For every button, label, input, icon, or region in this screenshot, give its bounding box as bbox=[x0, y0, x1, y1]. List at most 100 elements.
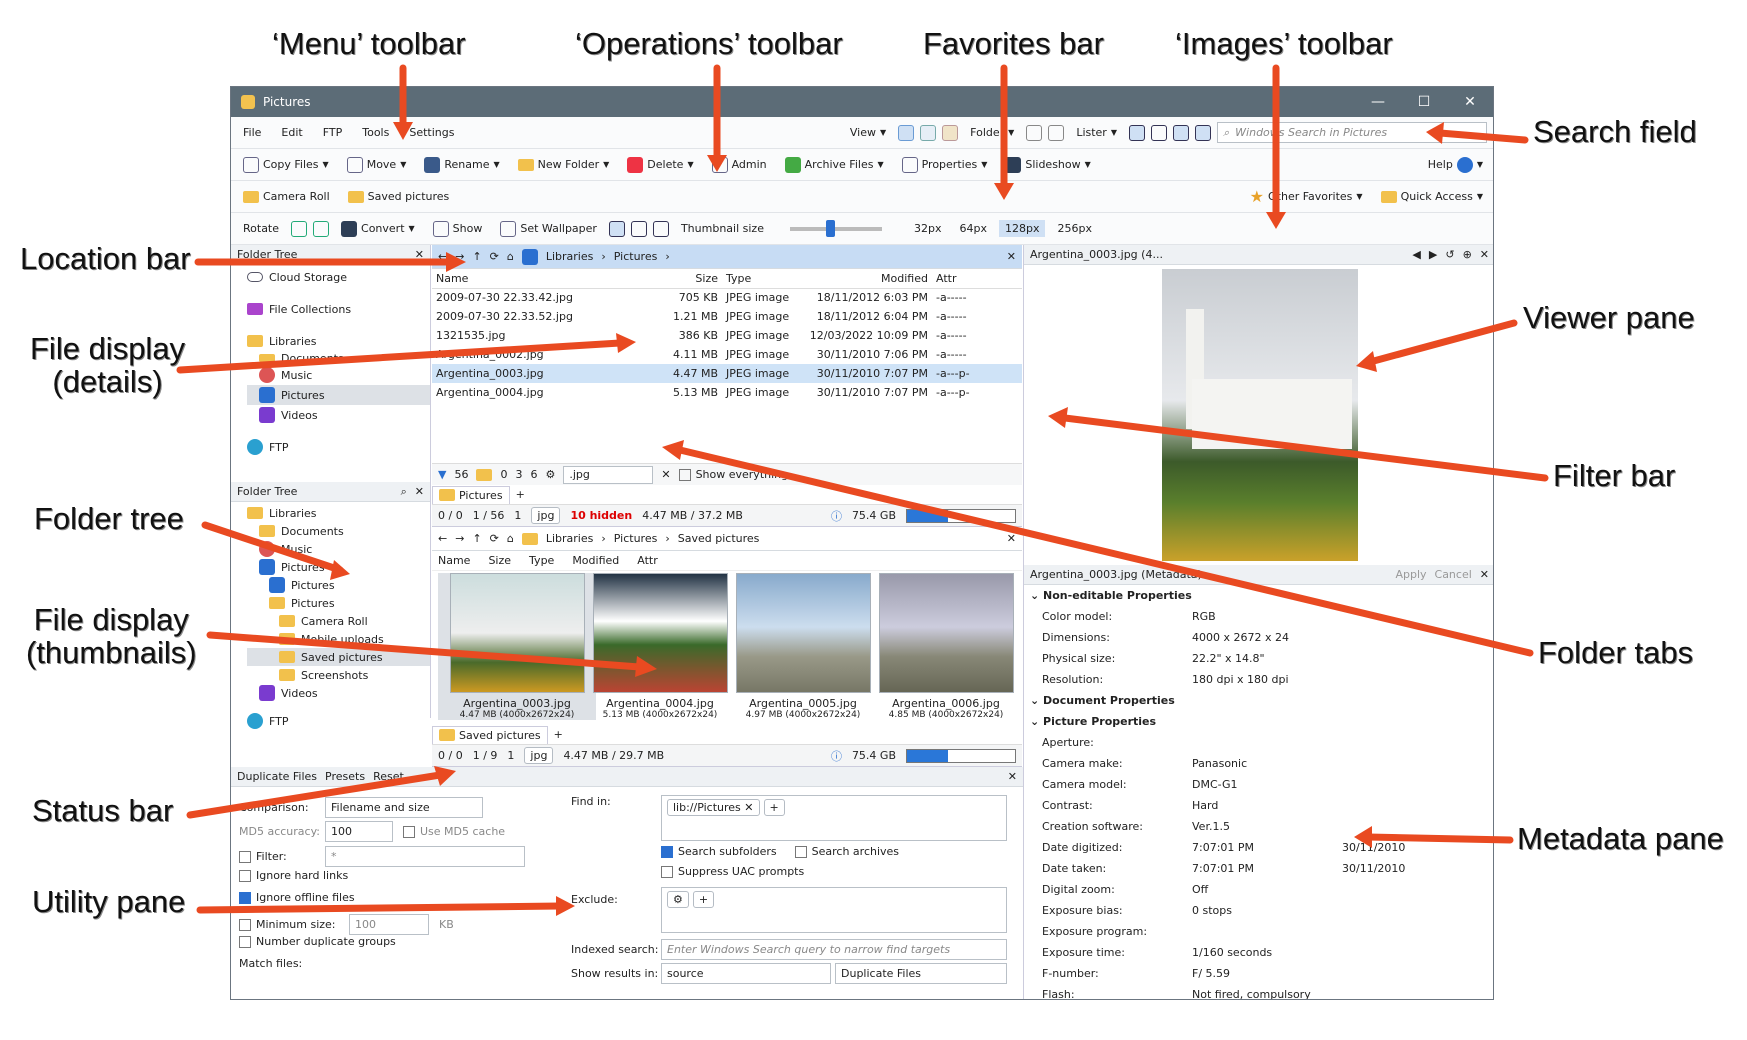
search-subfolders-checkbox[interactable]: Search subfolders bbox=[661, 845, 777, 858]
show-button[interactable]: Show bbox=[427, 219, 489, 239]
table-row[interactable]: 1321535.jpg 386 KB JPEG image 12/03/2022 10… bbox=[432, 326, 1022, 345]
tree-item-videos[interactable]: Videos bbox=[247, 405, 430, 425]
add-exclude-button[interactable]: + bbox=[692, 891, 715, 908]
tree-item-selected[interactable]: Saved pictures bbox=[247, 648, 430, 666]
table-row[interactable]: Argentina_0002.jpg 4.11 MB JPEG image 30/11… bbox=[432, 345, 1022, 364]
back-icon[interactable]: ← bbox=[438, 250, 447, 263]
path-token[interactable]: lib://Pictures ✕ bbox=[667, 799, 760, 816]
back-icon[interactable]: ← bbox=[438, 532, 447, 545]
add-path-button[interactable]: + bbox=[763, 799, 785, 816]
home-icon[interactable]: ⌂ bbox=[507, 250, 514, 263]
set-wallpaper-button[interactable]: Set Wallpaper bbox=[494, 219, 603, 239]
delete-button[interactable]: Delete ▼ bbox=[621, 155, 699, 175]
move-button[interactable]: Move ▼ bbox=[341, 155, 413, 175]
details-view-icon[interactable] bbox=[898, 124, 915, 141]
minimum-size-input[interactable]: 100 bbox=[349, 913, 429, 935]
menu-tools[interactable]: Tools bbox=[362, 126, 389, 139]
tree-item[interactable]: FTP bbox=[247, 712, 430, 730]
cancel-button[interactable]: Cancel bbox=[1435, 568, 1472, 581]
ignore-hard-links-checkbox[interactable]: Ignore hard links bbox=[239, 869, 559, 891]
table-row[interactable]: 2009-07-30 22.33.42.jpg 705 KB JPEG image 1… bbox=[432, 288, 1022, 307]
thumbnail-item[interactable]: Argentina_0005.jpg 4.97 MB (4000x2672x24) bbox=[724, 573, 882, 720]
tree-item-libraries[interactable]: Libraries bbox=[247, 331, 430, 351]
filter-icon[interactable]: ▼ bbox=[438, 468, 446, 481]
number-groups-checkbox[interactable]: Number duplicate groups bbox=[239, 935, 559, 957]
maximize-button[interactable]: ☐ bbox=[1401, 94, 1447, 110]
metadata-row[interactable]: Digital zoom: Off bbox=[1024, 879, 1493, 900]
col-type[interactable]: Type bbox=[529, 554, 554, 567]
table-row[interactable]: Argentina_0004.jpg 5.13 MB JPEG image 30/11… bbox=[432, 383, 1022, 402]
search-icon[interactable]: ⌕ bbox=[401, 485, 407, 499]
close-icon[interactable]: ✕ bbox=[1008, 770, 1017, 783]
apply-button[interactable]: Apply bbox=[1395, 568, 1426, 581]
viewer-toggle-icon[interactable] bbox=[1195, 124, 1211, 141]
minimum-size-checkbox[interactable]: Minimum size: bbox=[239, 918, 349, 931]
archive-files-button[interactable]: Archive Files ▼ bbox=[779, 155, 890, 175]
new-tab-button[interactable]: + bbox=[510, 486, 531, 503]
menu-file[interactable]: File bbox=[243, 126, 261, 139]
convert-button[interactable]: Convert ▼ bbox=[335, 219, 421, 239]
help-button[interactable]: Help ▼ bbox=[1422, 155, 1489, 175]
layout-icon[interactable] bbox=[1026, 124, 1043, 141]
tree-item[interactable]: Pictures bbox=[247, 594, 430, 612]
suppress-uac-checkbox[interactable]: Suppress UAC prompts bbox=[571, 865, 1011, 887]
other-favorites-button[interactable]: ★ Other Favorites ▼ bbox=[1244, 185, 1369, 208]
thumbnail-item[interactable]: Argentina_0004.jpg 5.13 MB (4000x2672x24) bbox=[581, 573, 739, 720]
rotate-right-icon[interactable] bbox=[313, 220, 330, 237]
up-icon[interactable]: ↑ bbox=[472, 532, 481, 545]
menu-edit[interactable]: Edit bbox=[281, 126, 302, 139]
metadata-row[interactable]: Exposure bias: 0 stops bbox=[1024, 900, 1493, 921]
copy-files-button[interactable]: Copy Files ▼ bbox=[237, 155, 335, 175]
thumbnail-item[interactable]: Argentina_0003.jpg 4.47 MB (4000x2672x24) bbox=[438, 573, 596, 720]
breadcrumb-item[interactable]: Pictures bbox=[614, 532, 658, 545]
tree-item-documents[interactable]: Documents bbox=[247, 351, 430, 365]
home-icon[interactable]: ⌂ bbox=[507, 532, 514, 545]
close-icon[interactable]: ✕ bbox=[1480, 248, 1489, 261]
metadata-row[interactable]: Date taken: 7:07:01 PM 30/11/2010 bbox=[1024, 858, 1493, 879]
col-modified[interactable]: Modified bbox=[802, 269, 932, 288]
filter-input[interactable]: * bbox=[325, 845, 525, 867]
breadcrumb-item[interactable]: Libraries bbox=[546, 250, 594, 263]
next-icon[interactable]: ▶ bbox=[1429, 248, 1437, 261]
metadata-section[interactable]: ⌄ Non-editable Properties bbox=[1024, 585, 1493, 606]
slider-handle[interactable] bbox=[825, 219, 835, 237]
table-row[interactable]: Argentina_0003.jpg 4.47 MB JPEG image 30/11… bbox=[432, 364, 1022, 383]
metadata-row[interactable]: F-number: F/ 5.59 bbox=[1024, 963, 1493, 984]
md5-cache-checkbox[interactable]: Use MD5 cache bbox=[403, 825, 505, 838]
indexed-search-input[interactable]: Enter Windows Search query to narrow fin… bbox=[661, 938, 1007, 960]
size-128-button[interactable]: 128px bbox=[998, 220, 1046, 237]
col-name[interactable]: Name bbox=[438, 554, 470, 567]
tree-item-ftp[interactable]: FTP bbox=[247, 437, 430, 457]
results-source-select[interactable]: source bbox=[661, 962, 831, 984]
preview-image[interactable] bbox=[1161, 269, 1358, 561]
lister-button[interactable]: Lister ▼ bbox=[1070, 124, 1123, 141]
metadata-row[interactable]: Aperture: bbox=[1024, 732, 1493, 753]
thumbnail-view-icon[interactable] bbox=[942, 124, 959, 141]
rotate-icon[interactable]: ↺ bbox=[1445, 248, 1454, 261]
tree-item[interactable]: Camera Roll bbox=[247, 612, 430, 630]
search-field[interactable]: ⌕ Windows Search in Pictures bbox=[1217, 122, 1487, 143]
search-archives-checkbox[interactable]: Search archives bbox=[794, 845, 899, 858]
tree-item[interactable]: Pictures bbox=[247, 558, 430, 576]
clear-filter-icon[interactable]: ✕ bbox=[661, 468, 670, 481]
tree-item[interactable]: Libraries bbox=[247, 504, 430, 522]
ignore-offline-checkbox[interactable]: Ignore offline files bbox=[239, 891, 559, 913]
close-button[interactable]: ✕ bbox=[1447, 94, 1493, 110]
metadata-row[interactable]: Contrast: Hard bbox=[1024, 795, 1493, 816]
menu-settings[interactable]: Settings bbox=[409, 126, 454, 139]
breadcrumb-item[interactable]: Saved pictures bbox=[678, 532, 760, 545]
rotate-left-icon[interactable] bbox=[291, 220, 308, 237]
thumb-mode-icon[interactable] bbox=[652, 220, 669, 237]
properties-button[interactable]: Properties ▼ bbox=[896, 155, 994, 175]
close-icon[interactable]: ✕ bbox=[415, 248, 424, 261]
menu-ftp[interactable]: FTP bbox=[323, 126, 343, 139]
thumb-mode-icon[interactable] bbox=[608, 220, 625, 237]
metadata-row[interactable]: Physical size: 22.2" x 14.8" bbox=[1024, 648, 1493, 669]
forward-icon[interactable]: → bbox=[455, 532, 464, 545]
close-icon[interactable]: ✕ bbox=[415, 485, 424, 498]
refresh-icon[interactable]: ⟳ bbox=[490, 532, 499, 545]
metadata-row[interactable]: Color model: RGB bbox=[1024, 606, 1493, 627]
metadata-row[interactable]: Camera make: Panasonic bbox=[1024, 753, 1493, 774]
tree-item-pictures[interactable]: Pictures bbox=[247, 385, 430, 405]
info-icon[interactable]: ⓘ bbox=[831, 748, 842, 764]
